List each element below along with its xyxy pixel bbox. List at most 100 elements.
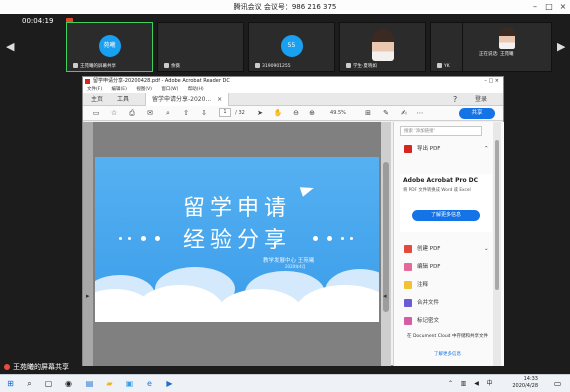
store-icon[interactable]: ▣ [124, 378, 135, 389]
clock-date: 2020/4/28 [512, 383, 538, 389]
menu-window[interactable]: 窗口(W) [161, 87, 178, 92]
meeting-title-bar: 腾讯会议 会议号：986 216 375 – □ × [0, 0, 570, 14]
mic-icon [73, 63, 78, 68]
meeting-title: 腾讯会议 会议号：986 216 375 [233, 3, 337, 11]
document-scrollbar[interactable] [381, 122, 391, 366]
combine-files-item[interactable]: 合并文件 [404, 298, 439, 308]
browser-icon[interactable]: ◉ [63, 378, 74, 389]
chevron-down-icon[interactable]: ⌄ [484, 244, 489, 254]
hand-tool-icon[interactable]: ✋ [273, 108, 283, 118]
taskbar: ⊞ ⌕ ▢ ◉ ▤ ▰ ▣ e ▶ ⌃ ▥ ◀ 中 14:33 2020/4/2… [0, 374, 570, 392]
tab-home[interactable]: 主页 [91, 93, 103, 106]
participant-tile[interactable]: 正在说话: 王苑曦 [462, 22, 552, 72]
more-tools-icon[interactable]: ⋯ [415, 108, 425, 118]
share-button[interactable]: 共享 [459, 108, 495, 119]
edit-pdf-icon [404, 262, 412, 271]
tab-close-icon[interactable]: × [217, 96, 222, 103]
learn-more-button[interactable]: 了解更多信息 [412, 210, 480, 221]
redact-item[interactable]: 标记密文 [404, 316, 439, 326]
email-icon[interactable]: ✉ [145, 108, 155, 118]
tab-document[interactable]: 留学申请分享-2020... × [145, 93, 230, 106]
zoom-out-icon[interactable]: ⊖ [291, 108, 301, 118]
volume-icon[interactable]: ◀ [471, 378, 482, 389]
mic-icon [346, 63, 351, 68]
slide-title-line2: 经验分享 [182, 228, 291, 253]
acrobat-window: 留学申请分享-20200428.pdf - Adobe Acrobat Read… [82, 76, 504, 366]
zoom-level[interactable]: 49.5% [327, 108, 349, 118]
network-icon[interactable]: ▥ [458, 378, 469, 389]
document-area[interactable]: ▸ 留学申请 经验分享 教学发展中心 王苑曦 2020年4月 ◂ [83, 122, 391, 366]
next-participants-icon[interactable]: ▶ [557, 40, 565, 53]
document-cloud-link[interactable]: 了解更多信息 [400, 351, 495, 357]
pdf-icon [85, 79, 90, 84]
maximize-icon[interactable]: □ [542, 0, 556, 14]
participant-name: 王苑曦的屏幕共享 [80, 64, 116, 69]
window-controls-icon[interactable]: – □ × [484, 77, 499, 86]
document-cloud-note: 在 Document Cloud 中存储和共享文件 [407, 334, 488, 339]
right-panel-toggle-icon[interactable]: ◂ [383, 292, 387, 300]
combine-files-icon [404, 298, 412, 307]
bookmark-icon[interactable]: ☆ [109, 108, 119, 118]
menu-bar: 文件(F) 编辑(E) 视图(V) 窗口(W) 帮助(H) [83, 86, 503, 93]
participant-name: YK [444, 64, 450, 69]
participant-tile[interactable]: 苑曦 王苑曦的屏幕共享 [66, 22, 153, 72]
close-icon[interactable]: × [556, 0, 570, 14]
participant-name: 余薇 [171, 64, 180, 69]
tab-document-label: 留学申请分享-2020... [152, 96, 212, 103]
page-up-icon[interactable]: ⇧ [181, 108, 191, 118]
edit-pdf-item[interactable]: 编辑 PDF [404, 262, 440, 272]
pane-scrollbar[interactable] [493, 122, 501, 366]
tray-up-icon[interactable]: ⌃ [445, 378, 456, 389]
acrobat-pro-promo: Adobe Acrobat Pro DC 将 PDF 文件转换成 Word 或 … [400, 174, 492, 232]
print-icon[interactable]: ⎙ [127, 108, 137, 118]
ime-icon[interactable]: 中 [484, 378, 495, 389]
screen-share-indicator: 王苑曦的屏幕共享 [4, 362, 69, 372]
menu-file[interactable]: 文件(F) [87, 87, 102, 92]
fit-page-icon[interactable]: ⊞ [363, 108, 373, 118]
page-down-icon[interactable]: ⇩ [199, 108, 209, 118]
clock-time: 14:33 [523, 376, 538, 382]
participant-tile[interactable]: 余薇 [157, 22, 244, 72]
login-button[interactable]: 登录 [475, 93, 487, 106]
avatar: 55 [280, 35, 303, 57]
participant-photo [371, 29, 394, 61]
comment-item[interactable]: 注释 [404, 280, 428, 290]
zoom-in-icon[interactable]: ⊕ [307, 108, 317, 118]
chevron-up-icon[interactable]: ⌃ [484, 144, 489, 154]
edge-icon[interactable]: e [144, 378, 155, 389]
notification-icon[interactable]: ▭ [552, 378, 563, 389]
minimize-icon[interactable]: – [528, 0, 542, 14]
search-icon[interactable]: ⌕ [163, 108, 173, 118]
mail-icon[interactable]: ▤ [84, 378, 95, 389]
windows-start-icon[interactable]: ⊞ [5, 378, 16, 389]
menu-view[interactable]: 视图(V) [136, 87, 152, 92]
sign-icon[interactable]: ✍ [399, 108, 409, 118]
participant-name: 学生·夏晓如 [353, 64, 377, 69]
tab-tools[interactable]: 工具 [117, 93, 129, 106]
prev-participants-icon[interactable]: ◀ [6, 40, 14, 53]
clock[interactable]: 14:33 2020/4/28 [512, 376, 538, 390]
save-icon[interactable]: ▭ [91, 108, 101, 118]
search-taskbar-icon[interactable]: ⌕ [24, 378, 35, 389]
participant-tile[interactable]: 学生·夏晓如 [339, 22, 426, 72]
menu-help[interactable]: 帮助(H) [188, 87, 204, 92]
avatar: 苑曦 [98, 35, 121, 57]
tools-search-input[interactable]: 搜索 '添加链接' [400, 126, 482, 136]
participant-tile[interactable]: 55 3190901255 [248, 22, 335, 72]
slide-title-line1: 留学申请 [182, 196, 291, 221]
select-cursor-icon[interactable]: ➤ [255, 108, 265, 118]
acrobat-title-bar: 留学申请分享-20200428.pdf - Adobe Acrobat Read… [83, 77, 503, 86]
task-view-icon[interactable]: ▢ [43, 378, 54, 389]
left-panel-strip [83, 122, 93, 366]
annotate-icon[interactable]: ✎ [381, 108, 391, 118]
page-number-input[interactable]: 1 [219, 108, 231, 117]
acrobat-tabs: 主页 工具 留学申请分享-2020... × ? 登录 [83, 93, 503, 106]
create-pdf-item[interactable]: 创建 PDF ⌄ [404, 244, 489, 254]
promo-desc: 将 PDF 文件转换成 Word 或 Excel [403, 188, 471, 193]
meeting-app-icon[interactable]: ▶ [164, 378, 175, 389]
export-pdf-item[interactable]: 导出 PDF ⌃ [404, 144, 489, 154]
file-explorer-icon[interactable]: ▰ [104, 378, 115, 389]
left-panel-toggle-icon[interactable]: ▸ [86, 292, 90, 300]
help-icon[interactable]: ? [453, 93, 457, 106]
menu-edit[interactable]: 编辑(E) [112, 87, 127, 92]
